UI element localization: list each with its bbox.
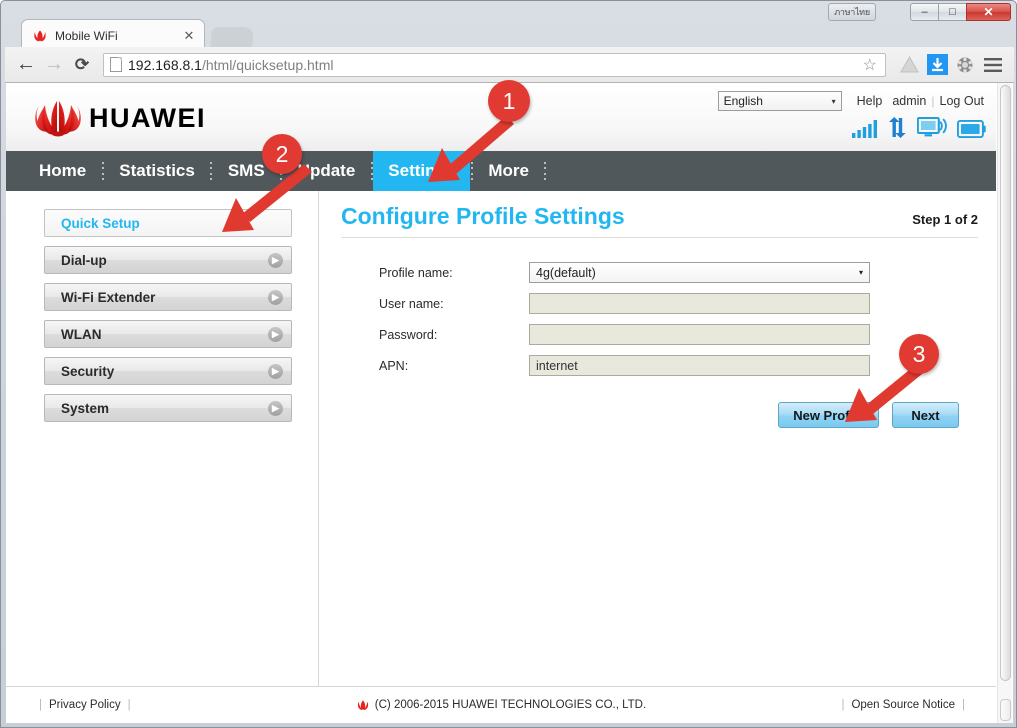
form-row-password: Password: <box>379 324 978 345</box>
vertical-scrollbar[interactable] <box>997 83 1012 723</box>
profile-name-select[interactable]: 4g(default) ▾ <box>529 262 870 283</box>
content-header: Configure Profile Settings Step 1 of 2 <box>341 191 978 238</box>
huawei-favicon <box>34 30 46 41</box>
sidebar-item-wlan[interactable]: WLAN ▶ <box>44 320 292 348</box>
data-transfer-icon <box>889 117 906 138</box>
chevron-right-icon: ▶ <box>268 289 283 305</box>
address-bar[interactable]: 192.168.8.1/html/quicksetup.html ☆ <box>103 52 886 77</box>
chevron-down-icon: ▾ <box>858 268 863 277</box>
battery-icon <box>957 120 986 138</box>
language-select-value: English <box>723 94 763 108</box>
sidebar-item-label: Wi-Fi Extender <box>61 289 156 305</box>
brand-name: HUAWEI <box>89 102 206 133</box>
sidebar-item-label: Quick Setup <box>61 215 140 231</box>
browser-tab-title: Mobile WiFi <box>55 28 118 43</box>
drive-icon[interactable] <box>896 52 922 78</box>
url-host: 192.168.8.1 <box>128 56 202 73</box>
chevron-right-icon: ▶ <box>268 252 283 268</box>
sidebar-item-system[interactable]: System ▶ <box>44 394 292 422</box>
nav-separator-icon <box>544 162 547 180</box>
reload-icon[interactable]: ⟳ <box>69 52 95 78</box>
chevron-right-icon: ▶ <box>268 363 283 379</box>
chrome-menu-icon[interactable] <box>980 52 1006 78</box>
apn-label: APN: <box>379 358 409 373</box>
huawei-mark-icon <box>357 699 368 710</box>
footer-right: | Open Source Notice | <box>834 699 972 711</box>
form-row-profile-name: Profile name: 4g(default) ▾ <box>379 262 978 283</box>
settings-sidebar: Quick Setup Dial-up ▶ Wi-Fi Extender ▶ W… <box>6 191 319 686</box>
sidebar-item-label: WLAN <box>61 326 102 342</box>
browser-tabstrip: Mobile WiFi ✕ <box>5 15 1014 51</box>
huawei-logo: HUAWEI <box>33 99 206 137</box>
camera-icon[interactable] <box>952 52 978 78</box>
wifi-monitor-icon <box>917 117 947 137</box>
header-divider: | <box>931 94 935 108</box>
scrollbar-thumb[interactable] <box>1000 85 1011 681</box>
sidebar-item-label: System <box>61 400 110 416</box>
signal-bars-icon <box>852 120 877 138</box>
user-name-label: User name: <box>379 296 444 311</box>
chevron-right-icon: ▶ <box>268 326 283 342</box>
forward-icon[interactable]: → <box>41 52 67 78</box>
open-source-notice-link[interactable]: Open Source Notice <box>851 699 955 711</box>
annotation-badge-3: 3 <box>899 334 939 374</box>
url-path: /html/quicksetup.html <box>201 56 334 73</box>
header-controls: English ▾ Help admin | Log Out <box>717 91 989 111</box>
profile-name-label: Profile name: <box>379 265 453 280</box>
apn-input[interactable]: internet <box>529 355 870 376</box>
page-title: Configure Profile Settings <box>341 203 625 229</box>
close-icon[interactable]: ✕ <box>182 29 196 43</box>
browser-toolbar: ← → ⟳ 192.168.8.1/html/quicksetup.html ☆ <box>5 47 1014 83</box>
copyright-text: (C) 2006-2015 HUAWEI TECHNOLOGIES CO., L… <box>374 699 647 711</box>
sidebar-item-security[interactable]: Security ▶ <box>44 357 292 385</box>
os-window: ภาษาไทย – □ ✕ Mobile WiFi ✕ ← → ⟳ 192.16… <box>0 0 1017 728</box>
status-icon-group <box>852 117 986 138</box>
chevron-down-icon: ▾ <box>831 96 836 106</box>
sidebar-item-wifi-extender[interactable]: Wi-Fi Extender ▶ <box>44 283 292 311</box>
step-indicator: Step 1 of 2 <box>912 212 978 227</box>
page-body: Quick Setup Dial-up ▶ Wi-Fi Extender ▶ W… <box>6 191 996 686</box>
user-name-input[interactable] <box>529 293 870 314</box>
sidebar-item-label: Dial-up <box>61 252 107 268</box>
footer-divider: | <box>962 699 965 711</box>
chevron-right-icon: ▶ <box>268 400 283 416</box>
site-footer: | Privacy Policy | (C) 2006-2015 HUAWEI … <box>6 686 996 723</box>
settings-content: Configure Profile Settings Step 1 of 2 P… <box>319 191 996 686</box>
password-input[interactable] <box>529 324 870 345</box>
page-icon <box>110 57 122 72</box>
nav-item-statistics[interactable]: Statistics <box>104 151 210 191</box>
language-select[interactable]: English ▾ <box>717 91 842 111</box>
footer-divider: | <box>841 699 845 711</box>
user-name-label: admin <box>892 94 927 108</box>
url-text: 192.168.8.1/html/quicksetup.html <box>128 57 333 73</box>
nav-item-home[interactable]: Home <box>24 151 101 191</box>
bookmark-star-icon[interactable]: ☆ <box>863 55 879 75</box>
sidebar-item-dial-up[interactable]: Dial-up ▶ <box>44 246 292 274</box>
annotation-badge-2: 2 <box>262 134 302 174</box>
profile-name-value: 4g(default) <box>536 265 596 280</box>
log-out-link[interactable]: Log Out <box>940 94 984 108</box>
download-icon[interactable] <box>924 52 950 78</box>
annotation-badge-1: 1 <box>488 80 530 122</box>
annotation-arrow-2 <box>222 164 312 232</box>
huawei-logo-icon <box>35 101 81 137</box>
help-link[interactable]: Help <box>857 94 883 108</box>
sidebar-item-label: Security <box>61 363 115 379</box>
new-tab-button[interactable] <box>209 27 255 49</box>
back-icon[interactable]: ← <box>13 52 39 78</box>
annotation-arrow-1 <box>428 116 514 182</box>
password-label: Password: <box>379 327 438 342</box>
form-row-user-name: User name: <box>379 293 978 314</box>
scrollbar-down-button[interactable] <box>1000 699 1011 721</box>
